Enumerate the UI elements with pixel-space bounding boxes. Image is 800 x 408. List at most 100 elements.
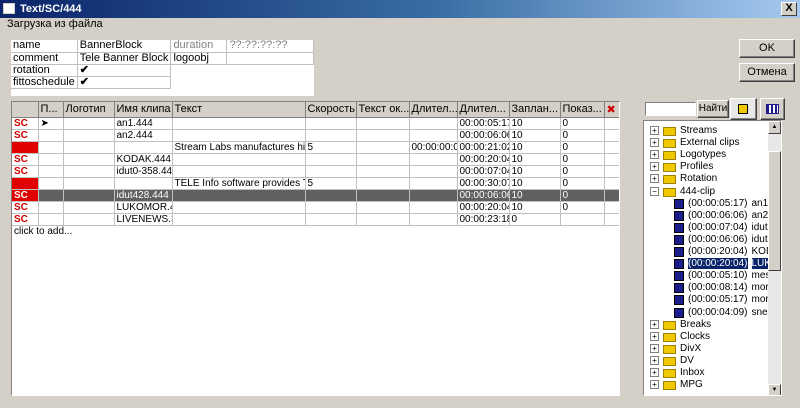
row-duration-2[interactable]: 00:00:06:06 [457,189,510,202]
scroll-thumb[interactable] [768,151,781,271]
row-speed[interactable]: 5 [305,177,357,190]
tree-clip-item[interactable]: (00:00:07:04)idut0-35 [674,222,781,234]
row-type-badge[interactable]: SC [12,165,39,178]
tree-clip-item[interactable]: (00:00:08:14)moroz0- [674,282,781,294]
prop-logo-value[interactable]: logoobj [170,52,228,65]
col-clip-name[interactable]: Имя клипа [114,102,173,118]
row-duration-1[interactable] [409,201,458,214]
grid-view-toggle-button[interactable] [760,98,785,120]
tree-clip-item[interactable]: (00:00:05:10)meshok [674,270,781,282]
row-shown[interactable]: 0 [560,129,605,142]
prop-duration-value[interactable]: ??:??:??:?? [226,40,314,53]
col-type[interactable] [12,102,39,118]
row-speed[interactable] [305,117,357,130]
row-clip-name[interactable]: an2.444 [114,129,173,142]
row-text-ok[interactable] [356,165,410,178]
row-type-badge[interactable]: SC [12,153,39,166]
table-row[interactable]: SC idut428.444 00:00:06:06 10 0 [12,189,619,202]
table-row[interactable]: SC an2.444 00:00:06:06 10 0 [12,129,619,142]
col-shown[interactable]: Показ... [560,102,605,118]
row-clip-name[interactable] [114,141,173,154]
row-shown[interactable]: 0 [560,153,605,166]
row-planned[interactable]: 10 [509,165,561,178]
row-text[interactable] [172,153,306,166]
row-duration-1[interactable]: 00:00:00:00 [409,141,458,154]
row-shown[interactable]: 0 [560,177,605,190]
table-row[interactable]: SC LIVENEWS.SC 00:00:23:180 [12,213,619,226]
row-text[interactable] [172,129,306,142]
row-text-ok[interactable] [356,201,410,214]
delete-column-icon[interactable]: ✖ [604,102,619,118]
col-logo[interactable]: Логотип [63,102,115,118]
tree-folder-item[interactable]: + Logotypes [650,149,726,161]
expand-icon[interactable]: + [650,150,659,160]
row-logo-cell[interactable] [63,201,115,214]
library-tree[interactable]: + Streams + External clips + Logotypes + Profil… [643,120,782,396]
row-speed[interactable] [305,201,357,214]
row-type-badge[interactable] [12,177,39,190]
tree-folder-item[interactable]: − 444-clip [650,186,715,198]
row-text-ok[interactable] [356,129,410,142]
row-type-badge[interactable]: SC [12,213,39,226]
row-type-badge[interactable]: SC [12,129,39,142]
expand-icon[interactable]: + [650,126,659,135]
col-text[interactable]: Текст [172,102,306,118]
close-button[interactable]: X [781,2,797,16]
row-clip-name[interactable]: an1.444 [114,117,173,130]
click-to-add-row[interactable]: click to add... [12,226,619,237]
row-text[interactable]: Stream Labs manufactures high [172,141,306,154]
row-text[interactable] [172,165,306,178]
row-text-ok[interactable] [356,213,410,226]
row-planned[interactable]: 0 [509,213,561,226]
tree-folder-item[interactable]: + MPG [650,379,703,391]
expand-icon[interactable]: + [650,174,659,184]
row-duration-2[interactable]: 00:00:30:07 [457,177,510,190]
row-planned[interactable]: 10 [509,153,561,166]
cancel-button[interactable]: Отмена [739,63,795,82]
prop-comment-value[interactable]: Tele Banner Block [77,52,172,65]
row-shown[interactable]: 0 [560,117,605,130]
table-row[interactable]: SC KODAK.444 00:00:20:04 10 0 [12,153,619,166]
scroll-up-icon[interactable]: ▲ [768,121,781,134]
row-duration-2[interactable]: 00:00:23:18 [457,213,510,226]
expand-icon[interactable]: + [650,380,659,390]
row-text[interactable]: TELE Info software provides TV- [172,177,306,190]
tree-folder-item[interactable]: + Rotation [650,173,717,185]
row-text-ok[interactable] [356,189,410,202]
row-logo-cell[interactable] [63,141,115,154]
row-duration-1[interactable] [409,177,458,190]
expand-icon[interactable]: + [650,343,659,353]
tree-view-toggle-button[interactable] [730,98,757,120]
row-shown[interactable]: 0 [560,189,605,202]
row-clip-name[interactable]: KODAK.444 [114,153,173,166]
prop-name-value[interactable]: BannerBlock [77,40,172,53]
row-text[interactable] [172,189,306,202]
row-type-badge[interactable]: SC [12,117,39,130]
row-clip-name[interactable]: idut0-358.444 [114,165,173,178]
expand-icon[interactable]: + [650,319,659,329]
row-text-ok[interactable] [356,117,410,130]
col-marker[interactable]: П... [38,102,64,118]
tree-folder-item[interactable]: + Inbox [650,367,704,379]
expand-icon[interactable]: + [650,162,659,172]
scroll-down-icon[interactable]: ▼ [768,384,781,395]
row-text[interactable] [172,201,306,214]
row-text[interactable] [172,117,306,130]
row-speed[interactable]: 5 [305,141,357,154]
row-logo-cell[interactable] [63,117,115,130]
row-logo-cell[interactable] [63,213,115,226]
tree-clip-item[interactable]: (00:00:20:04)KODAK. [674,246,781,258]
row-planned[interactable]: 10 [509,177,561,190]
table-row[interactable]: TELE Info software provides TV- 5 00:00:30… [12,177,619,190]
table-row[interactable]: SC LUKOMOR.44 00:00:20:04100 [12,201,619,214]
row-speed[interactable] [305,153,357,166]
tree-clip-item[interactable]: (00:00:20:04)LUKOMO [674,258,781,270]
tree-folder-item[interactable]: + DV [650,355,694,367]
table-row[interactable]: Stream Labs manufactures high 5 00:00:00: 0… [12,141,619,154]
row-speed[interactable] [305,213,357,226]
row-duration-2[interactable]: 00:00:20:04 [457,201,510,214]
row-text-ok[interactable] [356,177,410,190]
tree-folder-item[interactable]: + Breaks [650,319,711,331]
tree-folder-item[interactable]: + DivX [650,343,701,355]
expand-icon[interactable]: + [650,138,659,148]
